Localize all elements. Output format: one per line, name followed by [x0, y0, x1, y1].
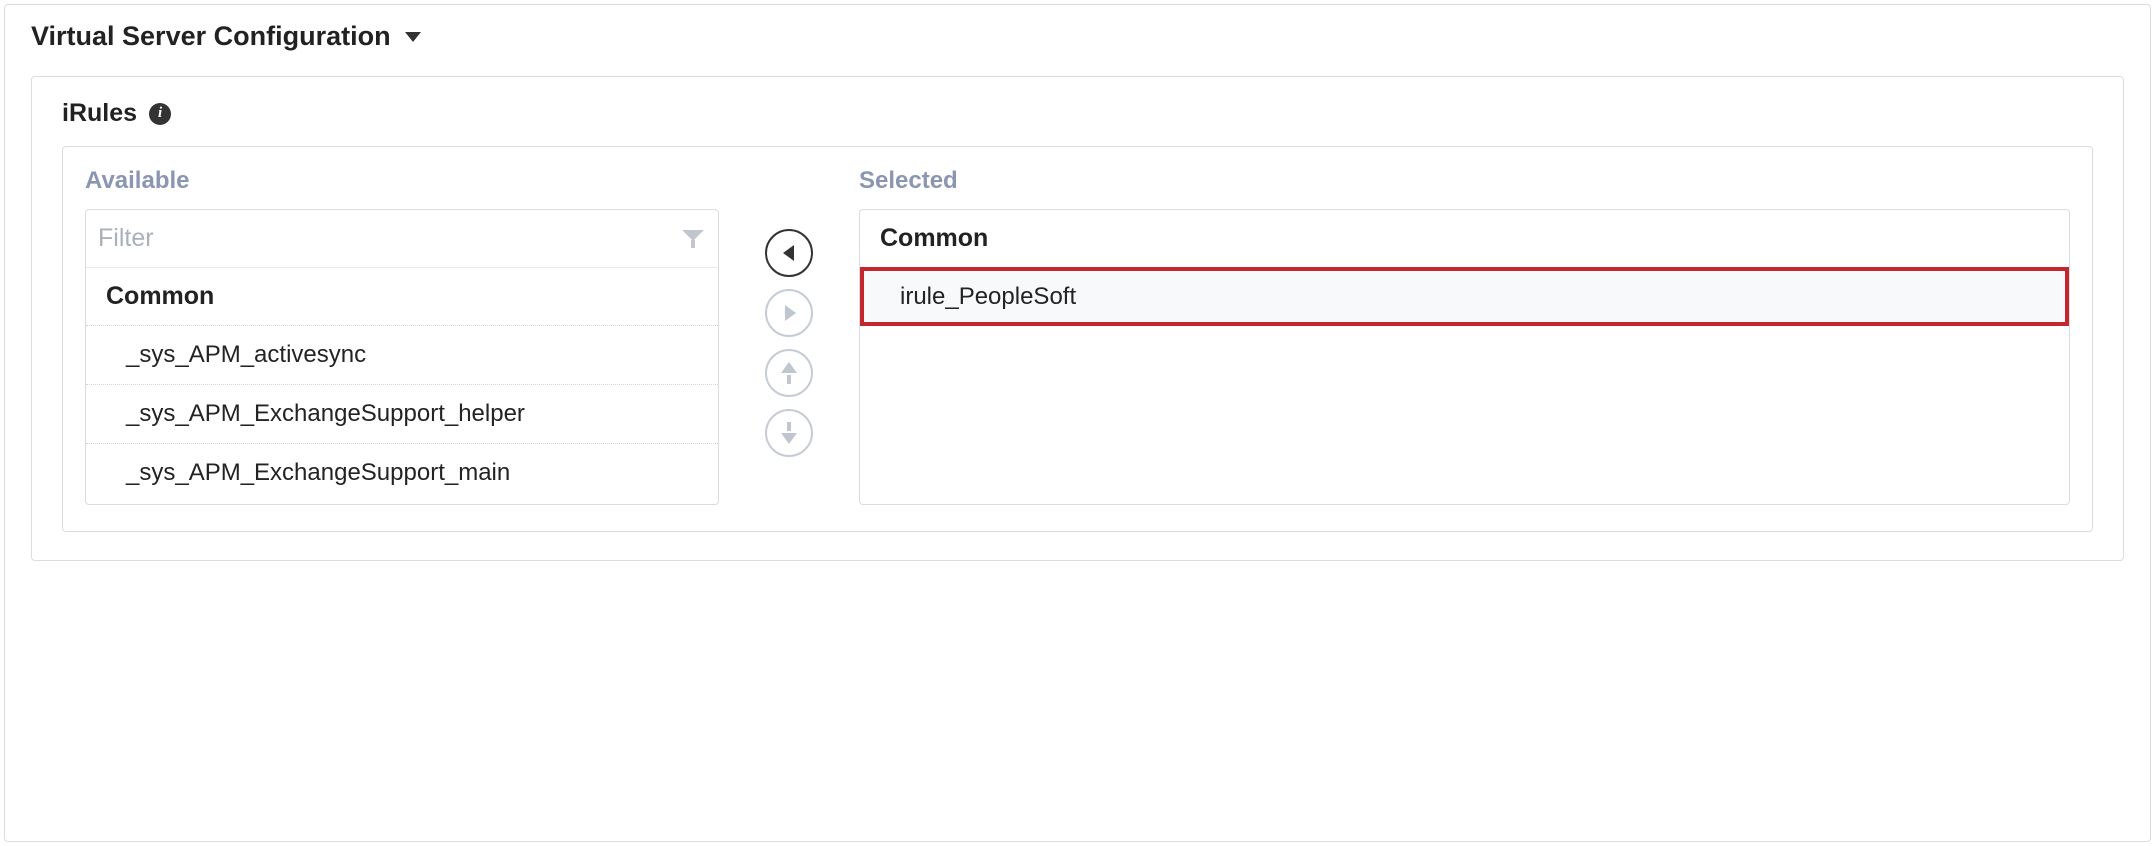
selected-listbox: Common irule_PeopleSoft	[859, 209, 2070, 505]
available-group-header: Common	[86, 268, 718, 325]
info-icon[interactable]: i	[149, 103, 171, 125]
list-item[interactable]: _sys_APM_ExchangeSupport_helper	[86, 384, 718, 443]
move-down-button[interactable]	[765, 409, 813, 457]
move-up-button[interactable]	[765, 349, 813, 397]
transfer-buttons	[719, 167, 859, 505]
arrow-up-icon	[781, 362, 797, 384]
move-right-button[interactable]	[765, 289, 813, 337]
arrow-left-icon	[783, 245, 794, 261]
irules-section: iRules i Available Common _sys_APM_activ…	[31, 76, 2124, 561]
section-label: iRules	[62, 99, 137, 128]
panel-title: Virtual Server Configuration	[31, 21, 391, 52]
virtual-server-config-panel: Virtual Server Configuration iRules i Av…	[4, 4, 2151, 842]
filter-row	[86, 210, 718, 268]
available-listbox: Common _sys_APM_activesync _sys_APM_Exch…	[85, 209, 719, 505]
list-item[interactable]: _sys_APM_activesync	[86, 325, 718, 384]
arrow-right-icon	[785, 305, 796, 321]
selected-group-header: Common	[860, 210, 2069, 267]
list-item[interactable]: irule_PeopleSoft	[860, 267, 2069, 326]
available-title: Available	[85, 167, 719, 195]
panel-header-toggle[interactable]: Virtual Server Configuration	[5, 5, 2150, 76]
filter-input[interactable]	[86, 210, 682, 267]
arrow-down-icon	[781, 422, 797, 444]
move-left-button[interactable]	[765, 229, 813, 277]
caret-down-icon	[405, 32, 421, 42]
selected-title: Selected	[859, 167, 2070, 195]
selected-column: Selected Common irule_PeopleSoft	[859, 167, 2070, 505]
filter-icon[interactable]	[682, 228, 704, 250]
section-label-row: iRules i	[62, 99, 2093, 128]
list-item[interactable]: _sys_APM_ExchangeSupport_main	[86, 443, 718, 502]
available-column: Available Common _sys_APM_activesync _sy…	[85, 167, 719, 505]
dual-listbox: Available Common _sys_APM_activesync _sy…	[62, 146, 2093, 532]
